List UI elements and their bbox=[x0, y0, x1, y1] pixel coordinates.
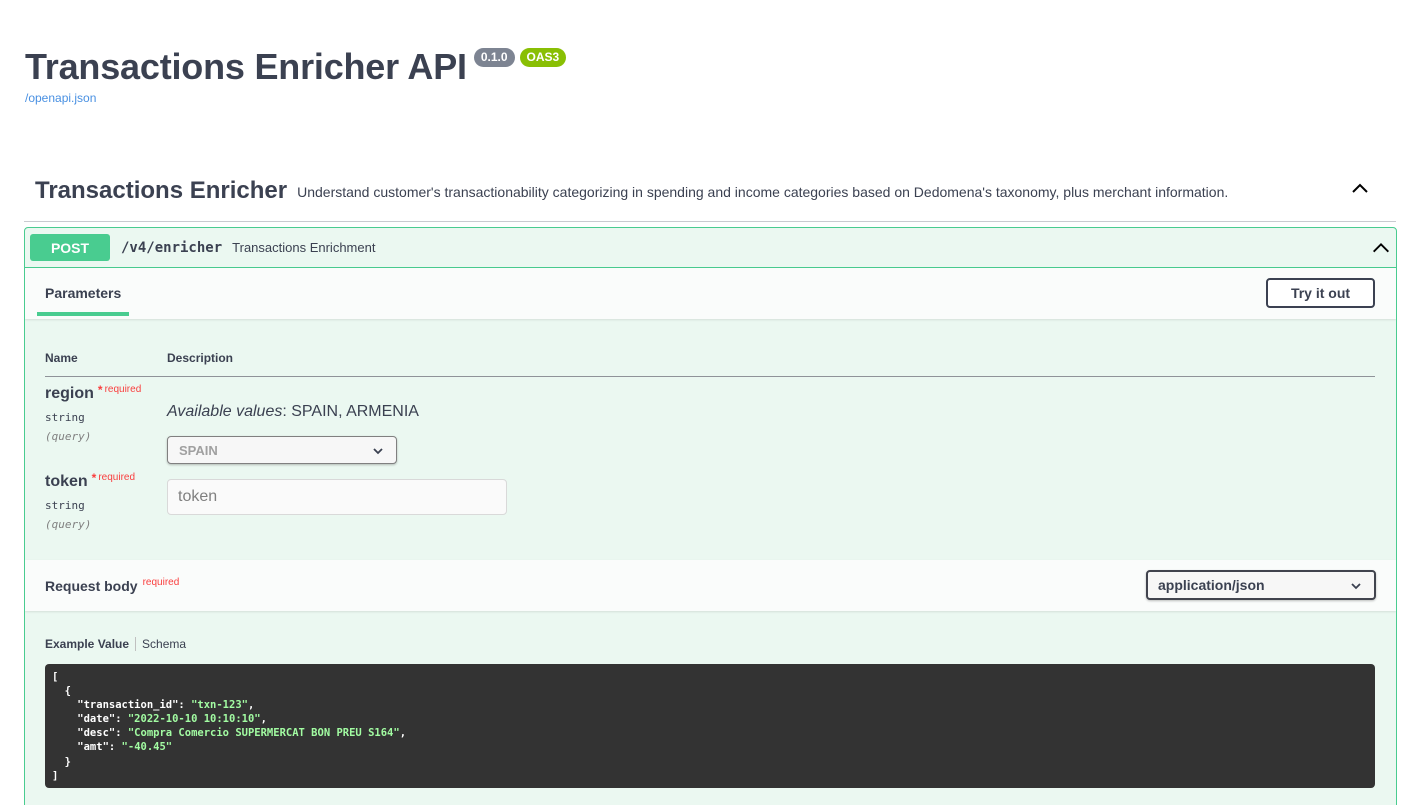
method-badge: POST bbox=[30, 234, 110, 261]
request-body-title: Request body required bbox=[45, 577, 180, 594]
code-string: "-40.45" bbox=[121, 741, 173, 754]
tag-description: Understand customer's transactionability… bbox=[297, 184, 1229, 200]
request-body-title-text: Request body bbox=[45, 578, 138, 594]
openapi-json-link[interactable]: /openapi.json bbox=[25, 91, 566, 105]
column-header-description: Description bbox=[167, 351, 234, 365]
code-key: "amt": bbox=[52, 741, 122, 754]
code-key: "transaction_id": bbox=[52, 699, 192, 712]
available-values-list: : SPAIN, ARMENIA bbox=[282, 403, 419, 420]
param-token-name: token * required bbox=[45, 471, 136, 491]
api-info: Transactions Enricher API 0.1.0 OAS3 /op… bbox=[25, 44, 567, 105]
region-select[interactable]: SPAIN bbox=[167, 436, 397, 464]
api-title: Transactions Enricher API bbox=[25, 46, 467, 87]
code-comma: , bbox=[399, 727, 407, 740]
operation-summary-text: Transactions Enrichment bbox=[232, 240, 376, 255]
operation-path: /v4/enricher bbox=[121, 239, 223, 256]
code-string: "Compra Comercio SUPERMERCAT BON PREU S1… bbox=[127, 727, 400, 740]
code-line: } bbox=[52, 755, 71, 768]
param-token-location: (query) bbox=[45, 518, 92, 531]
try-it-out-button[interactable]: Try it out bbox=[1266, 278, 1375, 308]
oas-badge: OAS3 bbox=[519, 48, 567, 67]
available-values-label: Available values bbox=[167, 403, 283, 420]
tab-parameters[interactable]: Parameters bbox=[45, 285, 121, 301]
code-line: [ bbox=[52, 671, 59, 683]
code-key: "desc": bbox=[52, 727, 128, 740]
code-comma: , bbox=[260, 713, 267, 726]
tag-section-header[interactable]: Transactions Enricher Understand custome… bbox=[24, 161, 1396, 222]
param-token-type: string bbox=[45, 499, 85, 512]
version-badge: 0.1.0 bbox=[473, 48, 515, 67]
chevron-down-icon bbox=[373, 448, 383, 455]
parameters-header: Parameters Try it out bbox=[25, 268, 1396, 319]
param-region-location: (query) bbox=[45, 430, 92, 443]
chevron-up-icon[interactable] bbox=[1348, 177, 1372, 201]
chevron-up-icon[interactable] bbox=[1370, 237, 1392, 259]
required-star: * bbox=[97, 383, 103, 397]
header-divider bbox=[45, 376, 1375, 377]
operation-summary[interactable]: POST /v4/enricher Transactions Enrichmen… bbox=[25, 228, 1396, 268]
code-comma: , bbox=[247, 699, 255, 712]
tab-example-value[interactable]: Example Value bbox=[45, 637, 129, 651]
required-star: * bbox=[91, 471, 97, 485]
tab-separator bbox=[135, 637, 137, 651]
code-string: "2022-10-10 10:10:10" bbox=[127, 713, 261, 726]
code-key: "date": bbox=[52, 713, 128, 726]
required-label: required bbox=[142, 577, 180, 588]
required-label: required bbox=[98, 472, 136, 483]
request-body-header: Request body required application/json bbox=[25, 560, 1396, 611]
content-type-value: application/json bbox=[1158, 577, 1265, 593]
title-row: Transactions Enricher API 0.1.0 OAS3 bbox=[25, 44, 567, 90]
content-type-select[interactable]: application/json bbox=[1146, 570, 1376, 600]
tab-active-underline bbox=[37, 312, 129, 316]
parameters-table: Name Description region * required string … bbox=[25, 319, 1396, 560]
region-available-values: Available values: SPAIN, ARMENIA bbox=[167, 403, 419, 421]
tab-schema[interactable]: Schema bbox=[142, 637, 186, 651]
column-header-name: Name bbox=[45, 351, 78, 365]
code-line: ] bbox=[52, 769, 59, 782]
region-select-value: SPAIN bbox=[179, 442, 218, 458]
param-name-text: region bbox=[45, 385, 94, 402]
param-name-text: token bbox=[45, 473, 88, 490]
code-string: "txn-123" bbox=[191, 699, 248, 712]
tag-name: Transactions Enricher bbox=[35, 177, 288, 204]
param-region-type: string bbox=[45, 411, 85, 424]
param-region-name: region * required bbox=[45, 383, 142, 403]
chevron-down-icon bbox=[1351, 583, 1361, 590]
example-value-code[interactable]: [ { "transaction_id": "txn-123", "date":… bbox=[45, 664, 1375, 788]
token-input[interactable] bbox=[167, 479, 507, 515]
post-enricher-operation: POST /v4/enricher Transactions Enrichmen… bbox=[24, 227, 1397, 805]
code-line: { bbox=[52, 685, 71, 698]
required-label: required bbox=[104, 384, 142, 395]
example-tabs: Example Value Schema bbox=[45, 637, 186, 651]
